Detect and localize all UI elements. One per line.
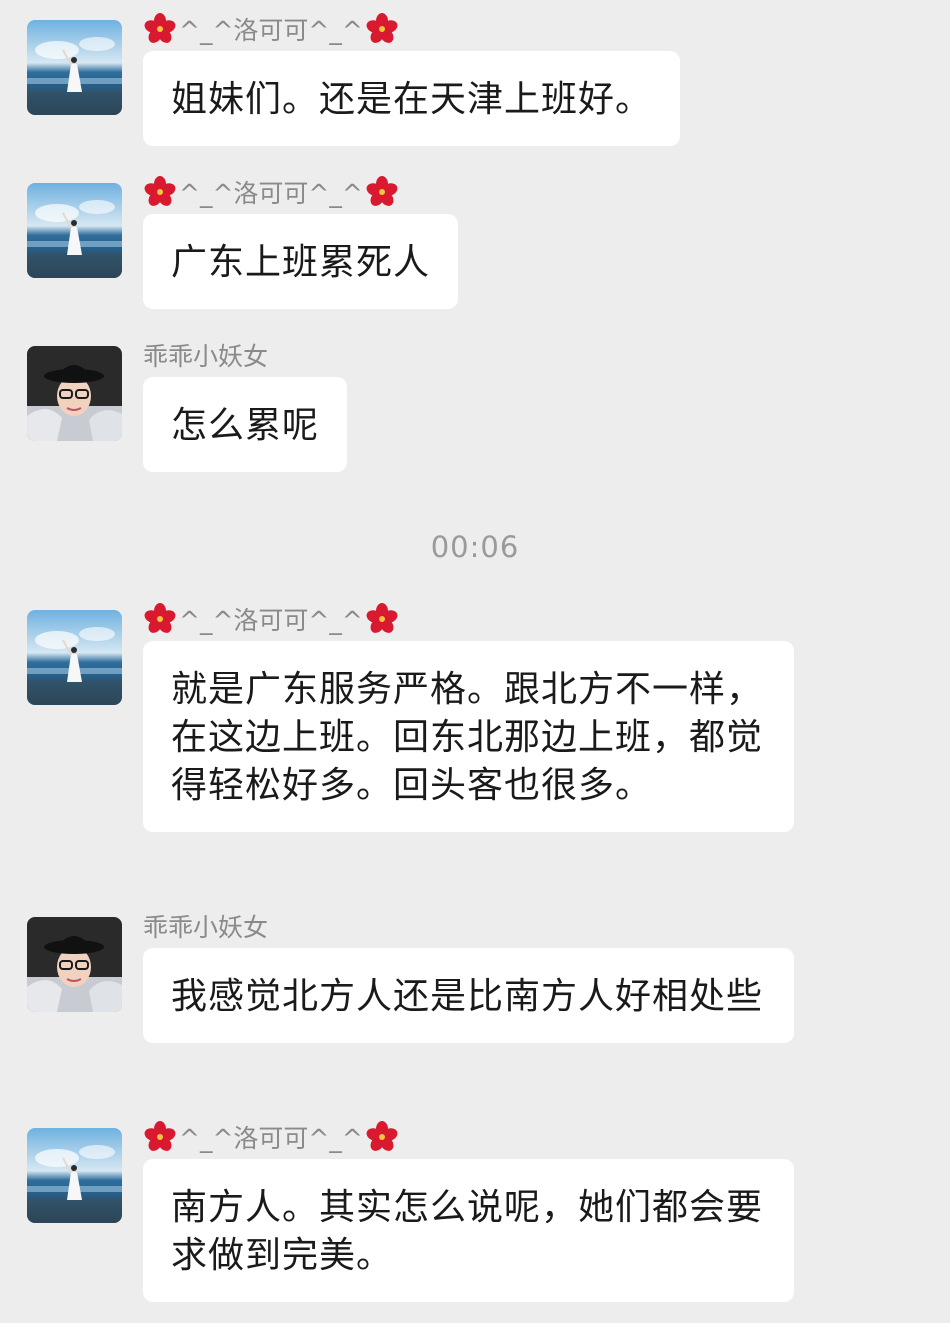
message-bubble[interactable]: 南方人。其实怎么说呢，她们都会要求做到完美。 [143,1159,794,1302]
sender-name: 乖乖小妖女 [143,342,269,371]
message-text: 广东上班累死人 [171,242,431,283]
avatar[interactable] [27,1128,122,1223]
message-bubble[interactable]: 广东上班累死人 [143,214,459,309]
beach-girl-avatar-image [27,1128,122,1223]
avatar[interactable] [27,610,122,705]
hibiscus-flower-icon [143,175,177,209]
avatar[interactable] [27,346,122,441]
hibiscus-flower-icon [365,12,399,46]
message-bubble[interactable]: 我感觉北方人还是比南方人好相处些 [143,948,794,1043]
avatar[interactable] [27,917,122,1012]
sender-name: ^_^洛可可^_^ [143,11,399,47]
sender-name: ^_^洛可可^_^ [143,174,399,210]
sender-name: ^_^洛可可^_^ [143,601,399,637]
sender-name: 乖乖小妖女 [143,913,269,942]
hibiscus-flower-icon [365,602,399,636]
avatar[interactable] [27,183,122,278]
hibiscus-flower-icon [143,602,177,636]
message-bubble[interactable]: 姐妹们。还是在天津上班好。 [143,51,681,146]
hibiscus-flower-icon [143,12,177,46]
avatar[interactable] [27,20,122,115]
hibiscus-flower-icon [365,1120,399,1154]
message-text: 就是广东服务严格。跟北方不一样，在这边上班。回东北那边上班，都觉得轻松好多。回头… [171,669,764,806]
timestamp: 00:06 [430,530,520,564]
hibiscus-flower-icon [143,1120,177,1154]
message-text: 我感觉北方人还是比南方人好相处些 [171,976,764,1017]
beach-girl-avatar-image [27,20,122,115]
hat-girl-avatar-image [27,917,122,1012]
beach-girl-avatar-image [27,183,122,278]
sender-name: ^_^洛可可^_^ [143,1119,399,1155]
message-bubble[interactable]: 怎么累呢 [143,377,348,472]
message-text: 怎么累呢 [171,405,320,446]
message-text: 南方人。其实怎么说呢，她们都会要求做到完美。 [171,1187,764,1276]
message-text: 姐妹们。还是在天津上班好。 [171,79,653,120]
hat-girl-avatar-image [27,346,122,441]
beach-girl-avatar-image [27,610,122,705]
message-bubble[interactable]: 就是广东服务严格。跟北方不一样，在这边上班。回东北那边上班，都觉得轻松好多。回头… [143,641,794,832]
hibiscus-flower-icon [365,175,399,209]
